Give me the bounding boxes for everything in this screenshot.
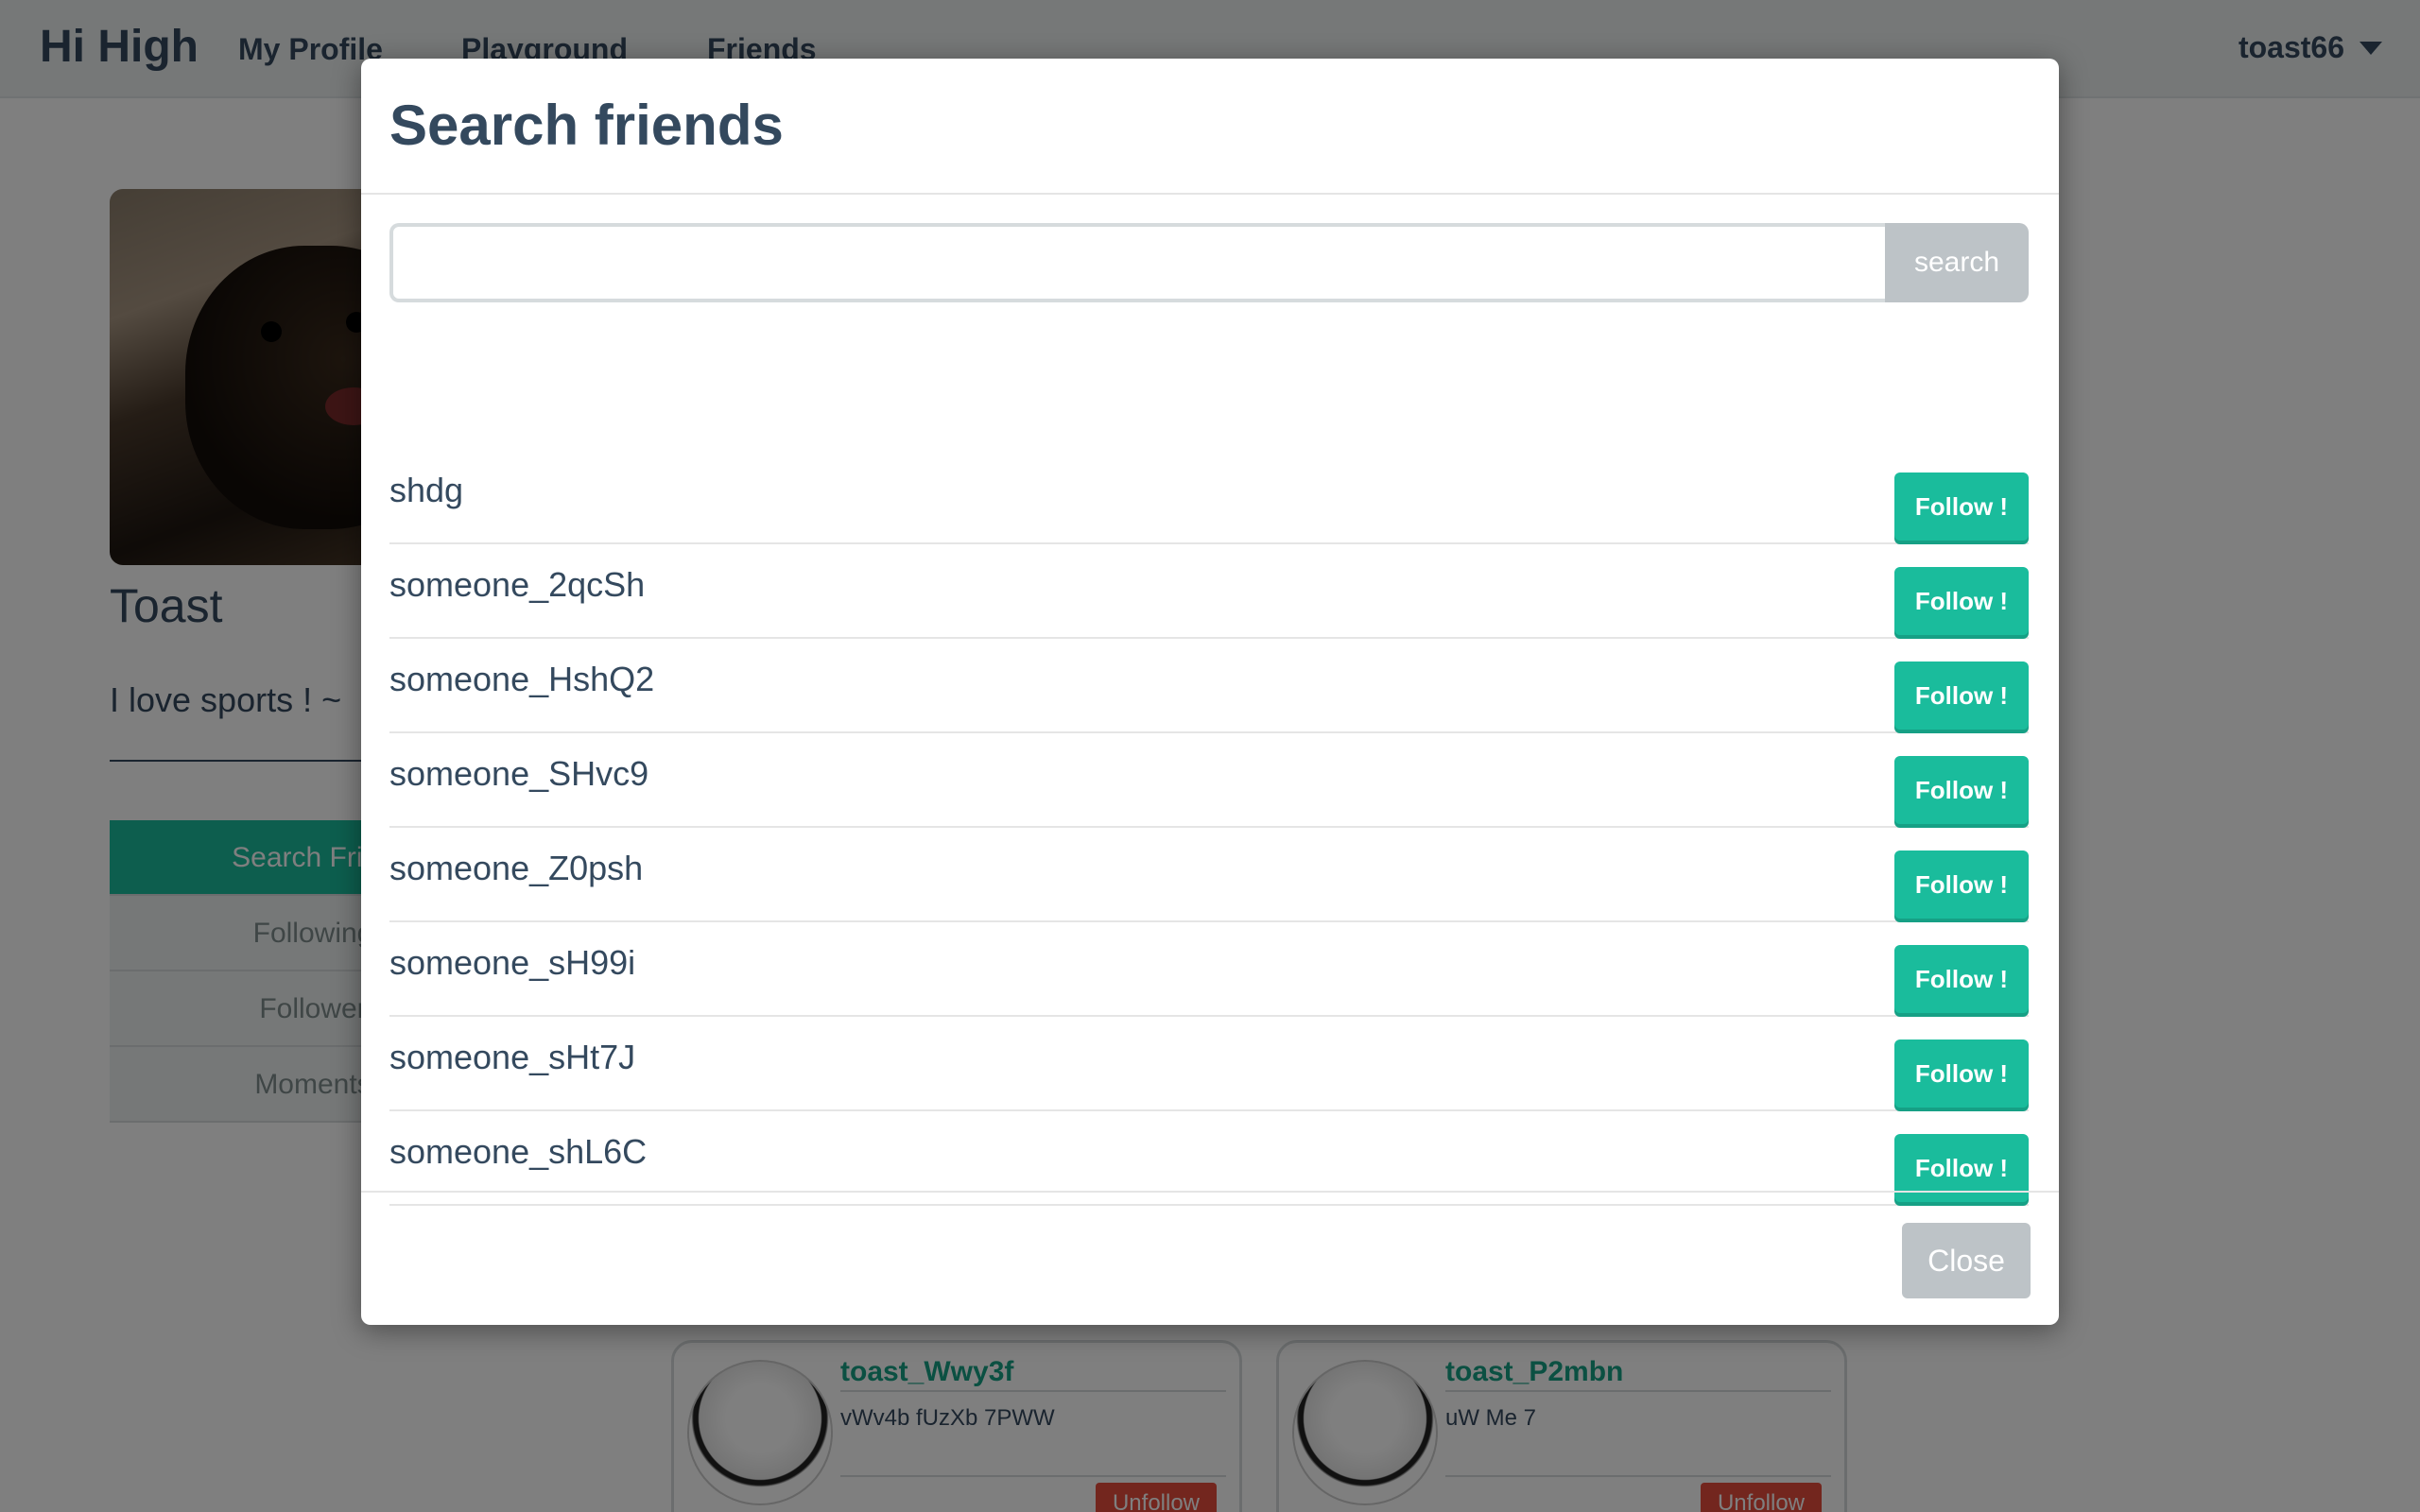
follow-button[interactable]: Follow ! — [1894, 850, 2029, 919]
result-username: someone_shL6C — [389, 1132, 648, 1171]
list-item: someone_2qcSh Follow ! — [389, 544, 2029, 639]
divider — [361, 193, 2059, 195]
result-username: someone_sHt7J — [389, 1038, 636, 1076]
list-item: someone_Z0psh Follow ! — [389, 828, 2029, 922]
list-item: shdg Follow ! — [389, 450, 2029, 544]
search-input[interactable] — [389, 223, 1885, 302]
follow-button[interactable]: Follow ! — [1894, 472, 2029, 541]
divider — [361, 1191, 2059, 1193]
follow-button[interactable]: Follow ! — [1894, 662, 2029, 730]
search-friends-modal: Search friends search shdg Follow ! some… — [361, 59, 2059, 1325]
search-button[interactable]: search — [1885, 223, 2029, 302]
close-button[interactable]: Close — [1902, 1223, 2031, 1298]
follow-button[interactable]: Follow ! — [1894, 1040, 2029, 1108]
follow-button[interactable]: Follow ! — [1894, 945, 2029, 1013]
result-username: shdg — [389, 471, 464, 509]
modal-title: Search friends — [389, 94, 784, 157]
list-item: someone_sH99i Follow ! — [389, 922, 2029, 1017]
list-item: someone_sHt7J Follow ! — [389, 1017, 2029, 1111]
results-list: shdg Follow ! someone_2qcSh Follow ! som… — [389, 450, 2029, 1206]
follow-button[interactable]: Follow ! — [1894, 567, 2029, 635]
result-username: someone_2qcSh — [389, 565, 646, 604]
result-username: someone_HshQ2 — [389, 660, 655, 698]
follow-button[interactable]: Follow ! — [1894, 756, 2029, 824]
result-username: someone_sH99i — [389, 943, 636, 982]
search-bar: search — [389, 223, 2029, 302]
result-username: someone_Z0psh — [389, 849, 644, 887]
result-username: someone_SHvc9 — [389, 754, 649, 793]
list-item: someone_SHvc9 Follow ! — [389, 733, 2029, 828]
list-item: someone_HshQ2 Follow ! — [389, 639, 2029, 733]
